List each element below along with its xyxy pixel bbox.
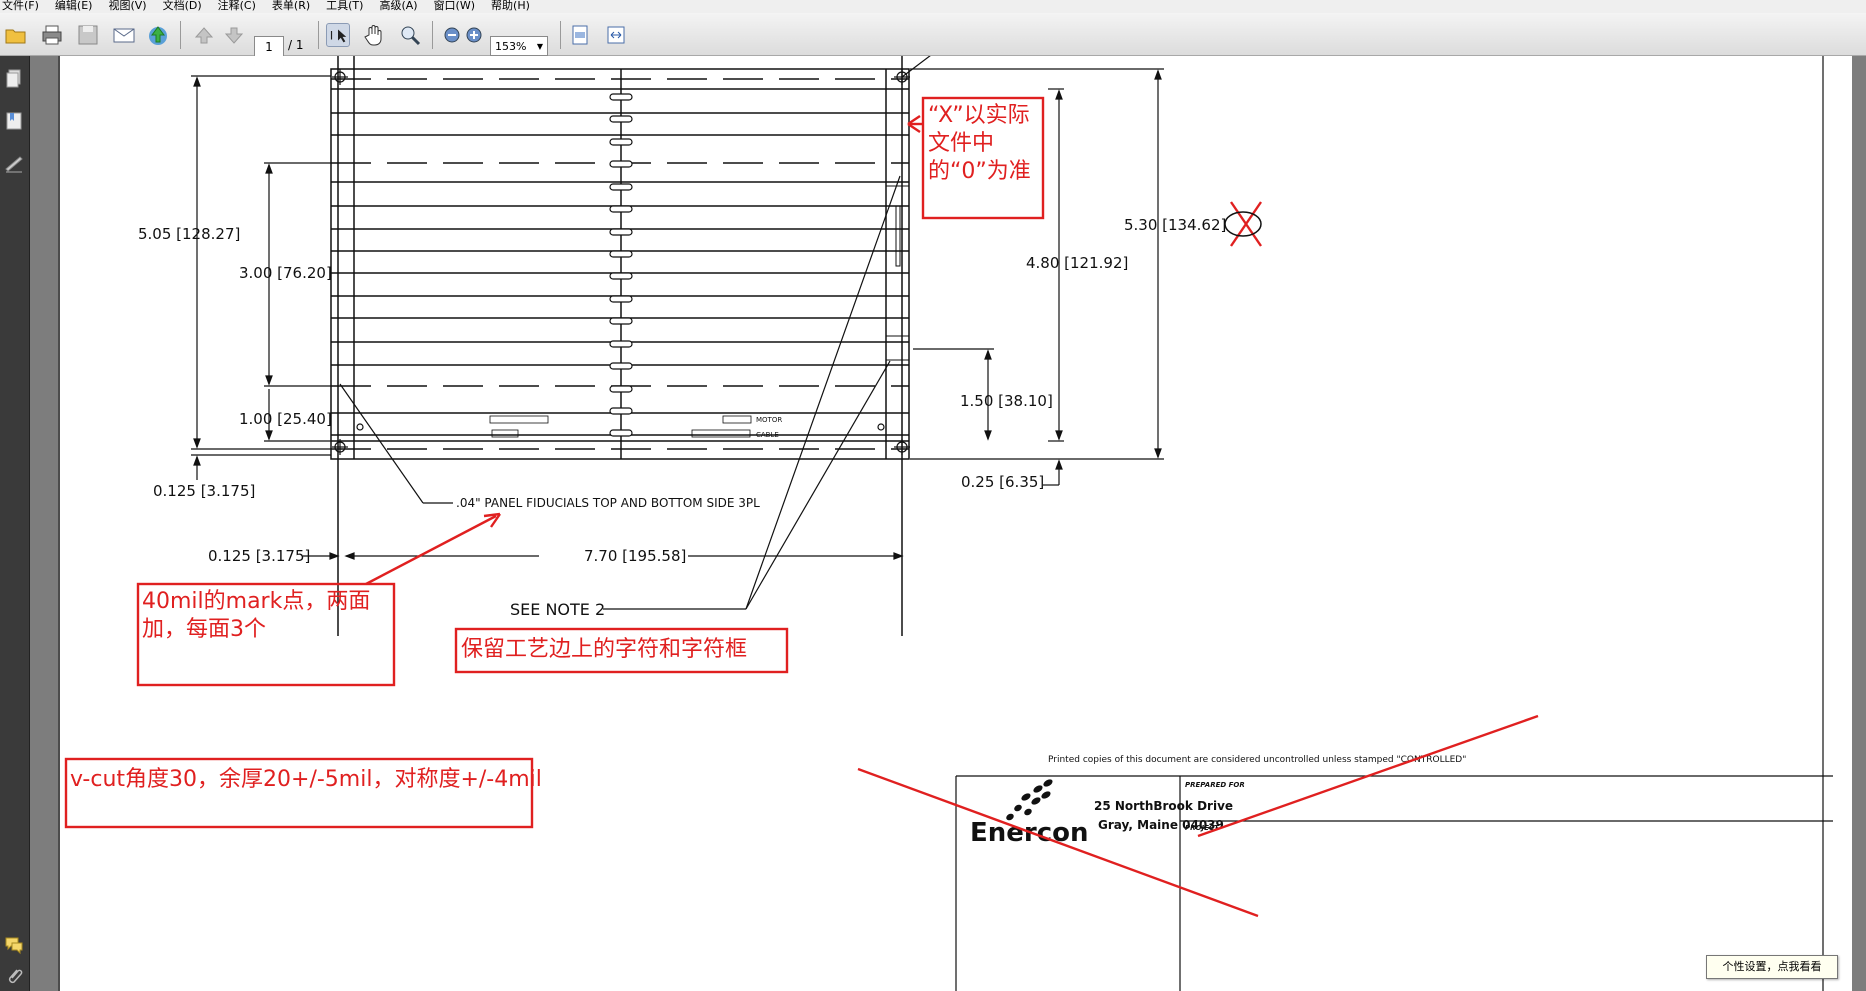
title-block — [955, 775, 1833, 991]
zoom-level-select[interactable]: 153% ▼ — [490, 36, 548, 56]
toolbar-separator — [318, 21, 319, 49]
menu-help[interactable]: 帮助(H) — [489, 0, 532, 11]
bookmarks-panel-icon[interactable] — [4, 110, 24, 132]
vcut-note: v-cut角度30，余厚20+/-5mil，对称度+/-4mil — [70, 767, 542, 792]
document-viewer[interactable]: MOTOR CABLE 5.05 [128.27] 3.00 [76.20] 1… — [30, 56, 1866, 991]
chevron-down-icon: ▼ — [536, 42, 543, 51]
next-page-icon[interactable] — [222, 23, 246, 47]
red-markup — [64, 96, 1539, 918]
dim-left-bottom: 1.00 [25.40] — [239, 410, 332, 428]
company-address-line2: Gray, Maine 04039 — [1098, 818, 1224, 832]
zoom-tool-icon[interactable] — [398, 23, 422, 47]
x-note-line3: 的“0”为准 — [928, 159, 1031, 184]
open-folder-icon[interactable] — [4, 23, 28, 47]
svg-text:I: I — [330, 29, 334, 43]
zoom-in-icon[interactable] — [462, 23, 486, 47]
print-icon[interactable] — [40, 23, 64, 47]
fit-page-icon[interactable] — [568, 23, 592, 47]
zoom-out-icon[interactable] — [440, 23, 464, 47]
menu-tools[interactable]: 工具(T) — [324, 0, 365, 11]
company-logo-mark — [1006, 779, 1053, 821]
pcb-label-motor: MOTOR — [756, 416, 782, 424]
menu-window[interactable]: 窗口(W) — [432, 0, 477, 11]
keep-chars-note: 保留工艺边上的字符和字符框 — [461, 637, 747, 662]
email-icon[interactable] — [112, 23, 136, 47]
hand-tool-icon[interactable] — [362, 23, 386, 47]
mark-note-line1: 40mil的mark点，两面 — [142, 589, 370, 614]
page-number-input[interactable]: 1 — [254, 36, 284, 58]
prepared-for-label: PREPARED FOR — [1185, 781, 1245, 789]
pcb-label-cable: CABLE — [756, 431, 779, 439]
dim-width: 7.70 [195.58] — [584, 547, 686, 565]
menu-advanced[interactable]: 高级(A) — [377, 0, 419, 11]
menu-comments[interactable]: 注释(C) — [216, 0, 258, 11]
menu-view[interactable]: 视图(V) — [106, 0, 148, 11]
toolbar-separator — [180, 21, 181, 49]
menu-edit[interactable]: 编辑(E) — [53, 0, 95, 11]
dimension-text: 5.05 [128.27] 3.00 [76.20] 1.00 [25.40] … — [138, 216, 1226, 619]
upload-icon[interactable] — [146, 23, 170, 47]
title-block-text: Printed copies of this document are cons… — [970, 755, 1466, 848]
text-select-icon[interactable]: I — [326, 23, 350, 47]
save-icon[interactable] — [76, 23, 100, 47]
zoom-value: 153% — [495, 40, 527, 53]
x-note-line2: 文件中 — [928, 131, 994, 156]
personalize-tooltip[interactable]: 个性设置，点我看看 — [1706, 955, 1838, 979]
toolbar-separator — [560, 21, 561, 49]
dim-right-bottom: 0.25 [6.35] — [961, 473, 1044, 491]
mark-note-line2: 加，每面3个 — [142, 617, 266, 642]
dim-right-inner: 4.80 [121.92] — [1026, 254, 1128, 272]
page-total: / 1 — [288, 38, 304, 52]
company-address-line1: 25 NorthBrook Drive — [1094, 799, 1233, 813]
dim-left-outer: 5.05 [128.27] — [138, 225, 240, 243]
drawing-canvas: MOTOR CABLE 5.05 [128.27] 3.00 [76.20] 1… — [58, 56, 1833, 991]
previous-page-icon[interactable] — [192, 23, 216, 47]
fiducial-note: .04" PANEL FIDUCIALS TOP AND BOTTOM SIDE… — [456, 496, 760, 510]
dimension-lines — [191, 56, 1164, 610]
dim-left-inner: 3.00 [76.20] — [239, 264, 332, 282]
menu-bar: 文件(F) 编辑(E) 视图(V) 文档(D) 注释(C) 表单(R) 工具(T) 高级(A)… — [0, 0, 1866, 13]
pages-panel-icon[interactable] — [4, 68, 24, 90]
x-note-line1: “X”以实际 — [928, 103, 1030, 128]
see-note-label: SEE NOTE 2 — [510, 600, 605, 619]
toolbar-separator — [432, 21, 433, 49]
toolbar: 1 / 1 I 153% ▼ — [0, 13, 1866, 58]
fit-width-icon[interactable] — [604, 23, 628, 47]
signatures-panel-icon[interactable] — [4, 152, 24, 174]
dim-right-outer: 5.30 [134.62] — [1124, 216, 1226, 234]
dim-edge-left: 0.125 [3.175] — [208, 547, 310, 565]
coordinate-origin-symbol — [1224, 211, 1262, 237]
attachments-panel-icon[interactable] — [4, 966, 24, 988]
comments-panel-icon[interactable] — [4, 934, 24, 956]
menu-file[interactable]: 文件(F) — [0, 0, 41, 11]
pdf-page: MOTOR CABLE 5.05 [128.27] 3.00 [76.20] 1… — [58, 56, 1852, 991]
menu-document[interactable]: 文档(D) — [161, 0, 204, 11]
dim-edge-bottom: 0.125 [3.175] — [153, 482, 255, 500]
dim-right-small: 1.50 [38.10] — [960, 392, 1053, 410]
menu-forms[interactable]: 表单(R) — [270, 0, 312, 11]
navigation-sidebar — [0, 56, 30, 991]
